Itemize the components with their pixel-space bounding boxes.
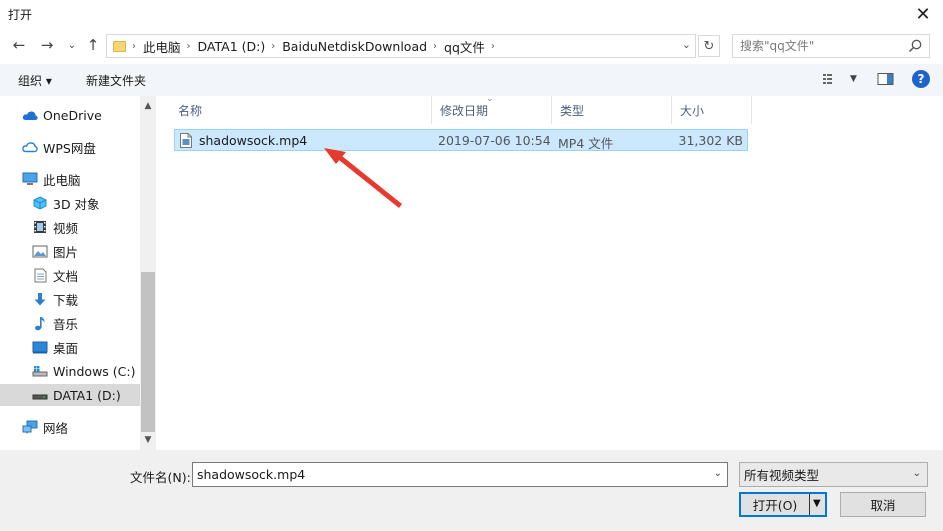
video-icon	[32, 220, 48, 234]
filename-combobox[interactable]: ⌄	[192, 462, 728, 487]
sidebar-item-label: 网络	[43, 420, 69, 436]
address-row: ← → ⌄ ↑ › 此电脑 › DATA1 (D:) › BaiduNetdis…	[0, 30, 943, 62]
file-type: MP4 文件	[558, 136, 614, 151]
back-button[interactable]: ←	[8, 34, 30, 56]
sidebar-item-label: OneDrive	[43, 107, 102, 123]
column-header-size[interactable]: 大小	[672, 96, 752, 124]
address-dropdown-icon[interactable]: ⌄	[682, 38, 691, 51]
document-icon	[32, 268, 48, 282]
forward-button[interactable]: →	[36, 34, 58, 56]
filetype-value: 所有视频类型	[744, 468, 820, 483]
sidebar-item-wps-cloud[interactable]: WPS网盘	[0, 136, 140, 158]
sidebar-item-network[interactable]: 网络	[0, 416, 140, 438]
preview-pane-icon[interactable]	[877, 72, 895, 86]
search-box[interactable]	[732, 34, 930, 58]
breadcrumb-qq-folder[interactable]: qq文件	[444, 37, 485, 56]
3d-objects-icon	[32, 196, 48, 210]
recent-locations-button[interactable]: ⌄	[61, 34, 83, 56]
sidebar-item-data1-d[interactable]: DATA1 (D:)	[0, 384, 140, 406]
sidebar-item-label: DATA1 (D:)	[53, 387, 121, 403]
file-modified: 2019-07-06 10:54	[438, 133, 551, 148]
sidebar-item-label: 音乐	[53, 316, 79, 332]
scroll-up-icon[interactable]: ▲	[140, 98, 156, 114]
filename-input[interactable]	[197, 463, 697, 486]
column-header-modified[interactable]: 修改日期	[432, 96, 552, 124]
view-dropdown-icon[interactable]: ▼	[850, 74, 857, 84]
title-bar: 打开 ✕	[0, 0, 943, 28]
sidebar-item-this-pc[interactable]: 此电脑	[0, 168, 140, 190]
filename-dropdown-icon[interactable]: ⌄	[714, 468, 722, 479]
sidebar-item-label: 视频	[53, 220, 79, 236]
desktop-icon	[32, 340, 48, 354]
filetype-select[interactable]: 所有视频类型 ⌄	[739, 462, 928, 487]
cancel-button[interactable]: 取消	[840, 492, 926, 517]
sidebar-item-videos[interactable]: 视频	[0, 216, 140, 238]
breadcrumb-separator[interactable]: ›	[271, 41, 275, 52]
sidebar-item-onedrive[interactable]: OneDrive	[0, 104, 140, 126]
sidebar-item-3d-objects[interactable]: 3D 对象	[0, 192, 140, 214]
breadcrumb-this-pc[interactable]: 此电脑	[143, 37, 181, 56]
view-list-icon[interactable]	[822, 72, 840, 86]
annotation-arrow	[324, 148, 402, 208]
open-button-label: 打开(O)	[752, 498, 798, 513]
up-button[interactable]: ↑	[82, 34, 104, 56]
column-header-type[interactable]: 类型	[552, 96, 672, 124]
close-button[interactable]: ✕	[903, 0, 943, 28]
breadcrumb-separator[interactable]: ›	[491, 41, 495, 52]
download-icon	[32, 292, 48, 306]
sidebar-item-pictures[interactable]: 图片	[0, 240, 140, 262]
sidebar-item-music[interactable]: 音乐	[0, 312, 140, 334]
sidebar-item-windows-c[interactable]: Windows (C:)	[0, 360, 140, 382]
help-button[interactable]: ?	[912, 70, 930, 88]
breadcrumb-separator: ›	[132, 40, 136, 52]
organize-button[interactable]: 组织 ▾	[18, 72, 52, 89]
sidebar-item-label: 图片	[53, 244, 79, 260]
breadcrumb-separator[interactable]: ›	[187, 41, 191, 52]
filetype-dropdown-icon[interactable]: ⌄	[913, 468, 921, 479]
sidebar-item-label: 此电脑	[43, 172, 81, 188]
navigation-scrollbar[interactable]: ▲ ▼	[140, 96, 156, 450]
filename-label: 文件名(N):	[130, 470, 191, 485]
open-dropdown-icon[interactable]: ▼	[813, 498, 821, 509]
sidebar-item-label: 下载	[53, 292, 79, 308]
search-input[interactable]	[740, 35, 910, 57]
drive-c-icon	[32, 364, 48, 378]
network-icon	[22, 420, 38, 434]
file-list: 名称 ⌄ 修改日期 类型 大小 shadowsock.mp4 2019-07-0…	[156, 94, 943, 450]
view-options[interactable]: ▼	[822, 72, 895, 86]
search-icon[interactable]	[907, 38, 923, 54]
new-folder-button[interactable]: 新建文件夹	[86, 72, 146, 89]
sidebar-item-label: 3D 对象	[53, 196, 100, 212]
scroll-down-icon[interactable]: ▼	[140, 432, 156, 448]
wps-cloud-icon	[22, 140, 38, 154]
bottom-panel: 文件名(N): ⌄ 所有视频类型 ⌄ 打开(O) ▼ 取消	[0, 450, 943, 531]
breadcrumb-separator[interactable]: ›	[433, 41, 437, 52]
computer-icon	[22, 172, 38, 186]
breadcrumb-data1[interactable]: DATA1 (D:)	[198, 39, 266, 54]
sidebar-item-desktop[interactable]: 桌面	[0, 336, 140, 358]
file-size: 31,302 KB	[678, 133, 743, 148]
drive-d-icon	[32, 388, 48, 402]
open-button[interactable]: 打开(O) ▼	[739, 492, 827, 517]
address-bar[interactable]: › 此电脑 › DATA1 (D:) › BaiduNetdiskDownloa…	[106, 34, 696, 58]
picture-icon	[32, 244, 48, 258]
breadcrumb-baidunetdiskdownload[interactable]: BaiduNetdiskDownload	[282, 39, 427, 54]
open-split-divider	[809, 494, 810, 515]
sidebar-item-label: 文档	[53, 268, 79, 284]
sidebar-item-label: WPS网盘	[43, 140, 96, 156]
sidebar-item-label: Windows (C:)	[53, 363, 136, 379]
sidebar-item-label: 桌面	[53, 340, 79, 356]
scrollbar-thumb[interactable]	[141, 272, 155, 432]
sidebar-item-downloads[interactable]: 下载	[0, 288, 140, 310]
command-toolbar: 组织 ▾ 新建文件夹 ▼ ?	[0, 64, 943, 96]
folder-icon	[113, 40, 126, 52]
onedrive-cloud-icon	[22, 108, 38, 122]
refresh-button[interactable]: ↻	[698, 35, 720, 57]
music-icon	[32, 316, 48, 330]
navigation-pane: OneDrive WPS网盘 此电脑 3D 对象 视频 图片 文档 下载 音乐 …	[0, 96, 140, 450]
window-title: 打开	[8, 8, 33, 22]
sidebar-item-documents[interactable]: 文档	[0, 264, 140, 286]
